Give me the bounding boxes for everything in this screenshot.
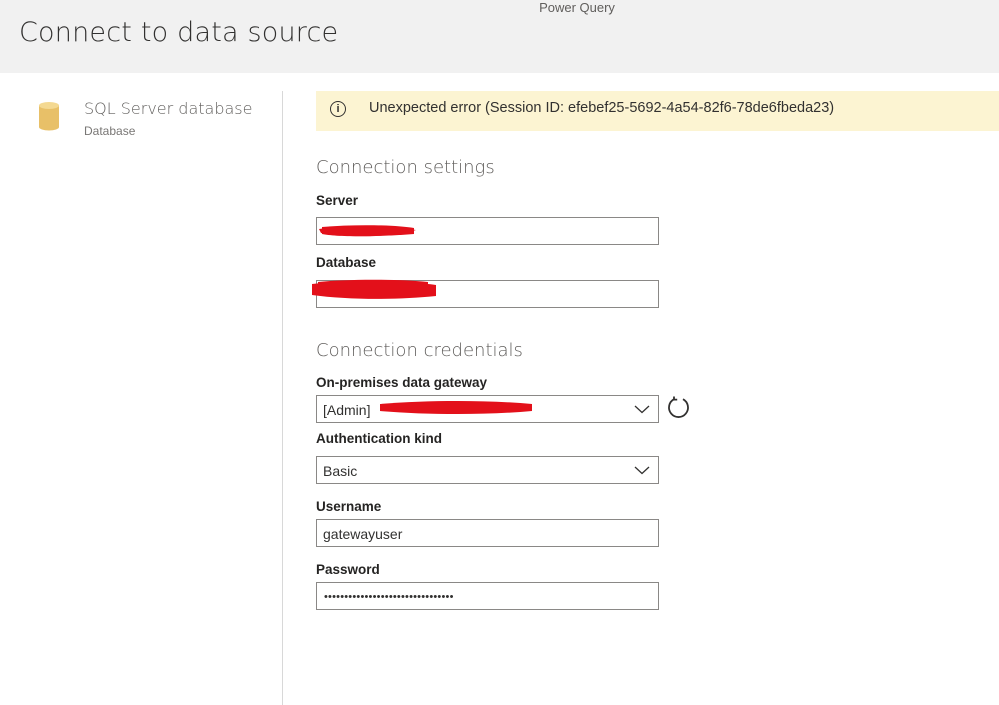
password-value: •••••••••••••••••••••••••••••••• [324,591,454,603]
database-icon [39,102,59,131]
password-label: Password [316,562,380,577]
server-label: Server [316,193,359,208]
chevron-down-icon [634,466,650,475]
username-value: gatewayuser [323,526,403,542]
database-label: Database [316,255,377,270]
app-title: Power Query [539,0,615,15]
error-message: Unexpected error (Session ID: efebef25-5… [369,100,835,116]
chevron-down-icon [634,405,650,414]
refresh-icon[interactable] [666,395,691,420]
username-input[interactable]: gatewayuser [316,519,659,547]
source-type: Database [84,124,136,138]
panel-divider [282,91,283,705]
page-title: Connect to data source [19,17,339,48]
redaction-mark [319,225,416,237]
header-bar: Power Query Connect to data source [0,0,999,73]
source-name[interactable]: SQL Server database [84,99,252,118]
auth-kind-value: Basic [323,463,358,479]
password-input[interactable]: •••••••••••••••••••••••••••••••• [316,582,659,610]
info-icon: i [330,101,346,117]
redaction-mark [380,401,532,414]
error-banner: i Unexpected error (Session ID: efebef25… [316,91,999,131]
gateway-label: On-premises data gateway [316,375,488,390]
auth-kind-select[interactable]: Basic [316,456,659,484]
gateway-value: [Admin] [323,402,371,418]
auth-kind-label: Authentication kind [316,431,442,446]
connection-credentials-title: Connection credentials [316,340,523,361]
connection-settings-title: Connection settings [316,157,495,178]
username-label: Username [316,499,382,514]
redaction-mark [312,279,436,299]
